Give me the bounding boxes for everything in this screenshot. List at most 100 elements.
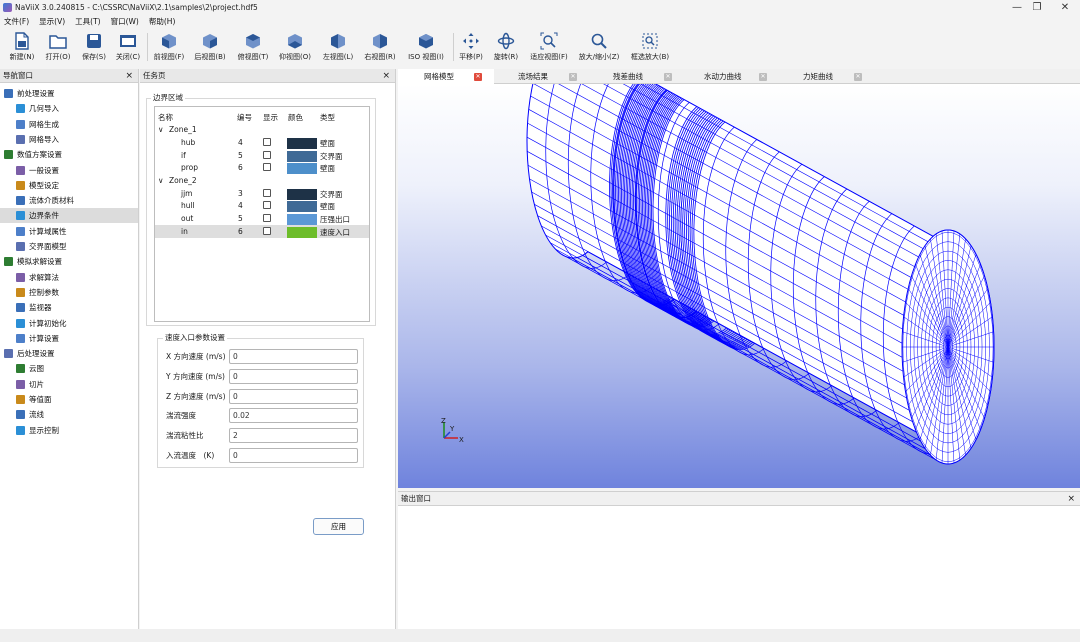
boundary-row[interactable]: hub 4 壁面 [155,136,369,149]
color-swatch[interactable] [287,163,317,175]
tab-residual[interactable]: 残差曲线 ✕ [589,69,684,84]
tab-flow-result[interactable]: 流场结果 ✕ [494,69,589,84]
chevron-down-icon[interactable]: ∨ [158,176,164,185]
title-bar: NaViiX 3.0.240815 - C:\CSSRC\NaViiX\2.1\… [0,0,1080,14]
tab-moment-curve[interactable]: 力矩曲线 ✕ [779,69,874,84]
nav-item-icon [4,89,13,98]
nav-item-label: 交界面模型 [29,242,67,251]
tab-close-icon[interactable]: ✕ [569,73,577,81]
menu-help[interactable]: 帮助(H) [144,15,181,28]
nav-item[interactable]: 数值方案设置 [0,147,138,162]
color-swatch[interactable] [287,138,317,149]
show-checkbox[interactable] [263,138,271,146]
tab-close-icon[interactable]: ✕ [759,73,767,81]
color-swatch[interactable] [287,226,317,238]
param-input[interactable] [229,448,358,463]
left-view-button[interactable]: 左视图(L) [320,29,356,67]
back-view-button[interactable]: 后视图(B) [192,29,228,67]
chevron-down-icon[interactable]: ∨ [158,125,164,134]
nav-close-button[interactable]: × [125,69,133,83]
boundary-row[interactable]: if 5 交界面 [155,149,369,162]
nav-item[interactable]: 边界条件 [0,208,138,224]
zone-row[interactable]: ∨ Zone_2 [155,174,369,187]
nav-item[interactable]: 流体介质材料 [0,193,138,208]
menu-window[interactable]: 窗口(W) [106,15,144,28]
task-close-button[interactable]: × [382,69,390,83]
nav-item[interactable]: 等值面 [0,392,138,407]
boundary-row[interactable]: hull 4 壁面 [155,199,369,213]
param-input[interactable] [229,349,358,364]
boundary-row[interactable]: prop 6 壁面 [155,161,369,175]
right-view-button[interactable]: 右视图(R) [362,29,398,67]
menu-tools[interactable]: 工具(T) [70,15,105,28]
nav-item[interactable]: 交界面模型 [0,239,138,254]
box-zoom-button[interactable]: 框选放大(B) [627,29,673,67]
color-swatch[interactable] [287,201,317,213]
apply-button[interactable]: 应用 [313,518,364,535]
nav-item[interactable]: 模拟求解设置 [0,254,138,269]
param-input[interactable] [229,428,358,444]
tab-close-icon[interactable]: ✕ [664,73,672,81]
menu-view[interactable]: 显示(V) [34,15,70,28]
show-checkbox[interactable] [263,214,271,222]
nav-item[interactable]: 一般设置 [0,163,138,178]
nav-item[interactable]: 后处理设置 [0,346,138,361]
save-button[interactable]: 保存(S) [78,29,110,67]
pan-button[interactable]: 平移(P) [457,29,485,67]
boundary-id: 6 [238,226,243,236]
show-checkbox[interactable] [263,201,271,210]
nav-item[interactable]: 几何导入 [0,101,138,116]
param-input[interactable] [229,408,358,424]
show-checkbox[interactable] [263,150,271,159]
nav-item[interactable]: 切片 [0,377,138,392]
color-swatch[interactable] [287,214,317,225]
new-button[interactable]: 新建(N) [6,29,38,67]
nav-item[interactable]: 求解算法 [0,270,138,285]
nav-item[interactable]: 前处理设置 [0,86,138,101]
close-project-button[interactable]: 关闭(C) [112,29,144,67]
iso-view-button[interactable]: ISO 视图(I) [404,29,448,67]
param-input[interactable] [229,368,358,384]
nav-item[interactable]: 计算设置 [0,331,138,346]
show-checkbox[interactable] [263,226,271,235]
close-window-button[interactable]: ✕ [1050,0,1080,14]
nav-item[interactable]: 模型设定 [0,178,138,193]
cube-right-icon [373,34,387,49]
nav-item[interactable]: 计算域属性 [0,224,138,239]
show-checkbox[interactable] [263,163,271,172]
show-checkbox[interactable] [263,188,271,197]
param-input[interactable] [229,388,358,404]
fit-view-button[interactable]: 适应视图(F) [526,29,572,67]
top-view-button[interactable]: 俯视图(T) [234,29,272,67]
boundary-row[interactable]: in 6 速度入口 [155,224,369,238]
nav-item[interactable]: 流线 [0,407,138,422]
nav-item[interactable]: 云图 [0,361,138,376]
rotate-button[interactable]: 旋转(R) [491,29,521,67]
mesh-model[interactable] [398,84,1080,488]
tab-close-icon[interactable]: ✕ [474,73,482,81]
menu-file[interactable]: 文件(F) [0,15,34,28]
restore-button[interactable]: ❐ [1022,0,1052,14]
tab-close-icon[interactable]: ✕ [854,73,862,81]
nav-item[interactable]: 网格生成 [0,117,138,132]
tab-mesh-model[interactable]: 网格模型 ✕ [398,69,494,84]
mesh-viewport[interactable]: Z Y X [398,84,1080,488]
nav-item-label: 监视器 [29,303,52,313]
nav-item[interactable]: 监视器 [0,300,138,315]
output-close-button[interactable]: × [1067,492,1075,506]
boundary-row[interactable]: out 5 压强出口 [155,212,369,225]
boundary-row[interactable]: jjm 3 交界面 [155,187,369,200]
nav-item[interactable]: 显示控制 [0,423,138,438]
open-button[interactable]: 打开(O) [42,29,74,67]
nav-item[interactable]: 控制参数 [0,285,138,300]
nav-item[interactable]: 网格导入 [0,132,138,147]
color-swatch[interactable] [287,188,317,200]
color-swatch[interactable] [287,150,317,162]
tab-hydro-curve[interactable]: 水动力曲线 ✕ [684,69,779,84]
zone-row[interactable]: ∨ Zone_1 [155,123,369,136]
nav-item[interactable]: 计算初始化 [0,316,138,331]
bottom-view-button[interactable]: 仰视图(O) [276,29,314,67]
status-bar [0,629,1080,642]
front-view-button[interactable]: 前视图(F) [151,29,187,67]
zoom-button[interactable]: 放大/缩小(Z) [575,29,623,67]
